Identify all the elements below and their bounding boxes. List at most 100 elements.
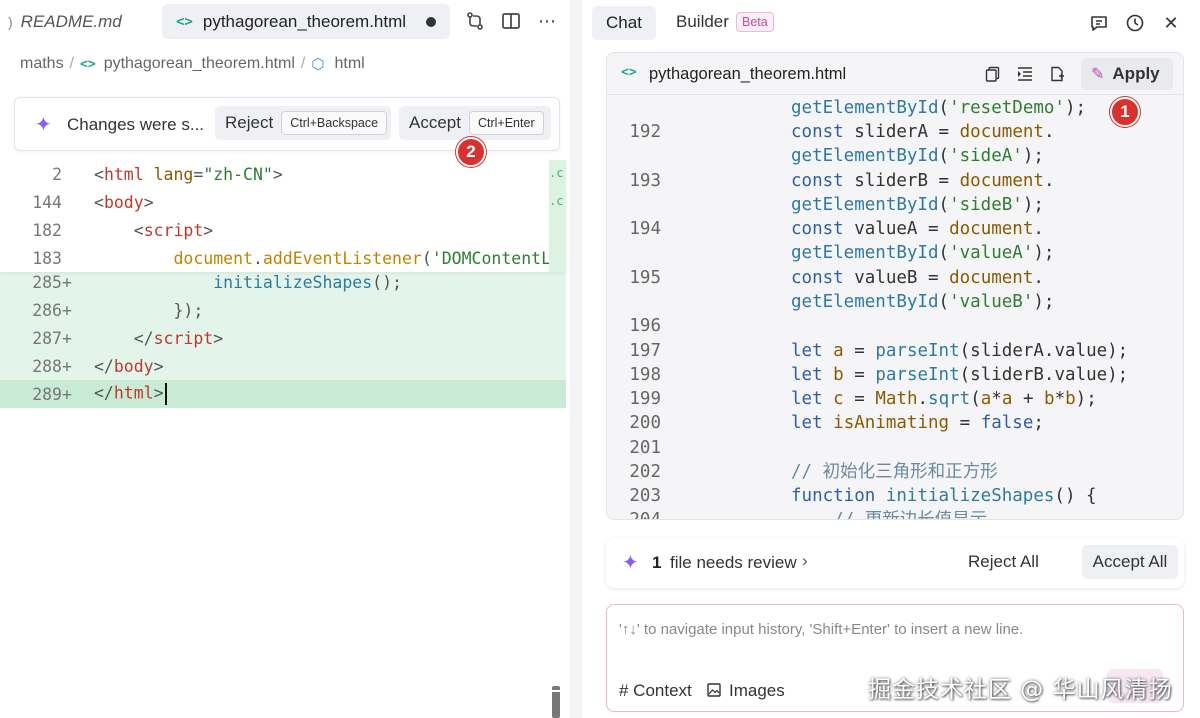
tab-builder[interactable]: Builder <box>676 12 729 32</box>
line-number: 193 <box>629 171 661 191</box>
tab-label: pythagorean_theorem.html <box>202 11 407 31</box>
new-file-icon[interactable] <box>1045 62 1069 86</box>
sticky-scroll-header[interactable]: 2 <html lang="zh-CN"> 144 <body> 182 <sc… <box>0 160 566 272</box>
code-line: getElementById('sideA'); <box>791 146 1044 166</box>
code-line[interactable]: 144 <body> <box>0 188 566 216</box>
code-line: 193 const sliderB = document. <box>607 169 1183 193</box>
added-marker: + <box>62 328 72 348</box>
unsaved-dot-icon[interactable] <box>426 17 436 27</box>
html-file-icon: <> <box>621 65 637 80</box>
code-comment: // 初始化三角形和正方形 <box>791 462 998 482</box>
code-line-current[interactable]: 289 + </html> <box>0 380 566 408</box>
code-line: 204 // 更新边长值显示 <box>607 508 1183 520</box>
code-text: <script> <box>133 220 214 240</box>
added-marker: + <box>62 384 72 404</box>
chat-panel: Chat Builder Beta ✕ <> pythagorean_theor… <box>582 0 1200 718</box>
changes-status-text: Changes were s... <box>67 115 205 134</box>
code-line: 203 function initializeShapes() { <box>607 484 1183 508</box>
compare-changes-icon[interactable] <box>462 8 488 34</box>
breadcrumb-item-file[interactable]: pythagorean_theorem.html <box>104 55 295 73</box>
added-marker: + <box>62 272 72 292</box>
split-editor-icon[interactable] <box>498 8 524 34</box>
code-text: </body> <box>94 356 164 376</box>
code-text: }); <box>173 300 204 320</box>
line-number: 287 <box>32 328 62 348</box>
apply-label: Apply <box>1112 64 1160 83</box>
accept-all-button[interactable]: Accept All <box>1082 545 1178 579</box>
line-number: 289 <box>32 384 62 404</box>
sparkle-icon: ✦ <box>35 114 52 136</box>
line-number: 182 <box>32 220 62 240</box>
code-text: <body> <box>94 192 154 212</box>
magic-wand-icon: ✎ <box>1091 66 1105 83</box>
code-line: 198 let b = parseInt(sliderB.value); <box>607 363 1183 387</box>
more-actions-icon[interactable]: ⋯ <box>534 8 560 34</box>
apply-button[interactable]: ✎ Apply <box>1081 58 1173 90</box>
line-number: 197 <box>629 341 661 361</box>
accept-shortcut-key: Ctrl+Enter <box>468 111 544 135</box>
code-suggestion-body[interactable]: getElementById('resetDemo'); 192 const sl… <box>607 95 1183 520</box>
line-number: 202 <box>629 462 661 482</box>
code-line: getElementById('resetDemo'); <box>791 98 1087 118</box>
review-text[interactable]: file needs review <box>670 553 797 573</box>
code-line: 199 let c = Math.sqrt(a*a + b*b); <box>607 387 1183 411</box>
code-line: 196 <box>607 314 1183 338</box>
line-number: 286 <box>32 300 62 320</box>
code-text: initializeShapes(); <box>213 272 402 292</box>
code-card-filename[interactable]: pythagorean_theorem.html <box>649 65 846 84</box>
code-line[interactable]: 287 + </script> <box>0 324 566 352</box>
watermark-text: 掘金技术社区 @ 华山风清扬 <box>868 677 1173 703</box>
close-icon[interactable]: ✕ <box>1158 10 1184 36</box>
code-text: <html lang="zh-CN"> <box>94 164 283 184</box>
step-marker-2: 2 <box>456 137 486 167</box>
sparkle-icon: ✦ <box>622 552 639 574</box>
line-number: 204 <box>629 510 661 520</box>
code-line[interactable]: 288 + </body> <box>0 352 566 380</box>
context-button[interactable]: # Context <box>619 681 692 701</box>
chevron-right-icon[interactable]: › <box>802 551 808 571</box>
code-line: getElementById('valueB'); <box>791 292 1055 312</box>
chat-input-placeholder[interactable]: '↑↓' to navigate input history, 'Shift+E… <box>619 621 1159 638</box>
tab-chat[interactable]: Chat <box>592 6 656 40</box>
code-line[interactable]: 2 <html lang="zh-CN"> <box>0 160 566 188</box>
tab-label: README.md <box>20 11 122 31</box>
line-number: 192 <box>629 122 661 142</box>
line-number: 201 <box>629 438 661 458</box>
code-line[interactable]: 285 + initializeShapes(); <box>0 268 566 296</box>
code-line: 201 <box>607 436 1183 460</box>
tab-pythagorean-theorem[interactable]: <> pythagorean_theorem.html <box>162 4 450 39</box>
images-label: Images <box>729 681 785 700</box>
accept-button[interactable]: Accept Ctrl+Enter <box>399 106 551 140</box>
copy-icon[interactable] <box>981 62 1005 86</box>
code-text: document.addEventListener('DOMContentL <box>173 248 552 268</box>
line-number: 288 <box>32 356 62 376</box>
code-line[interactable]: 183 document.addEventListener('DOMConten… <box>0 244 566 272</box>
added-marker: + <box>62 300 72 320</box>
history-icon[interactable] <box>1122 10 1148 36</box>
editor-tab-bar: ) README.md <> pythagorean_theorem.html … <box>0 0 570 44</box>
images-button[interactable]: Images <box>707 681 785 701</box>
review-bar: ✦ 1 file needs review › Reject All Accep… <box>606 538 1184 588</box>
editor-pane: ) README.md <> pythagorean_theorem.html … <box>0 0 570 718</box>
reject-button[interactable]: Reject Ctrl+Backspace <box>215 106 391 140</box>
code-line: 202 // 初始化三角形和正方形 <box>607 460 1183 484</box>
breadcrumb-separator: / <box>69 55 75 72</box>
reject-label: Reject <box>225 113 274 132</box>
pane-divider[interactable] <box>570 0 582 718</box>
code-line[interactable]: 286 + }); <box>0 296 566 324</box>
code-suggestion-card: <> pythagorean_theorem.html ✎ Apply getE… <box>606 52 1184 520</box>
tab-readme[interactable]: ) README.md <box>8 4 122 39</box>
reject-all-button[interactable]: Reject All <box>968 552 1039 572</box>
new-chat-icon[interactable] <box>1086 10 1112 36</box>
scrollbar-position-mark <box>551 690 561 692</box>
diff-gutter-mark: .c <box>549 188 566 272</box>
line-number: 195 <box>629 268 661 288</box>
code-line: 197 let a = parseInt(sliderA.value); <box>607 339 1183 363</box>
code-line[interactable]: 182 <script> <box>0 216 566 244</box>
breadcrumb-item-html[interactable]: html <box>334 55 364 73</box>
line-number: 196 <box>629 316 661 336</box>
insert-at-cursor-icon[interactable] <box>1013 62 1037 86</box>
line-number: 144 <box>32 192 62 212</box>
breadcrumb-item-maths[interactable]: maths <box>20 55 64 73</box>
line-number: 199 <box>629 389 661 409</box>
